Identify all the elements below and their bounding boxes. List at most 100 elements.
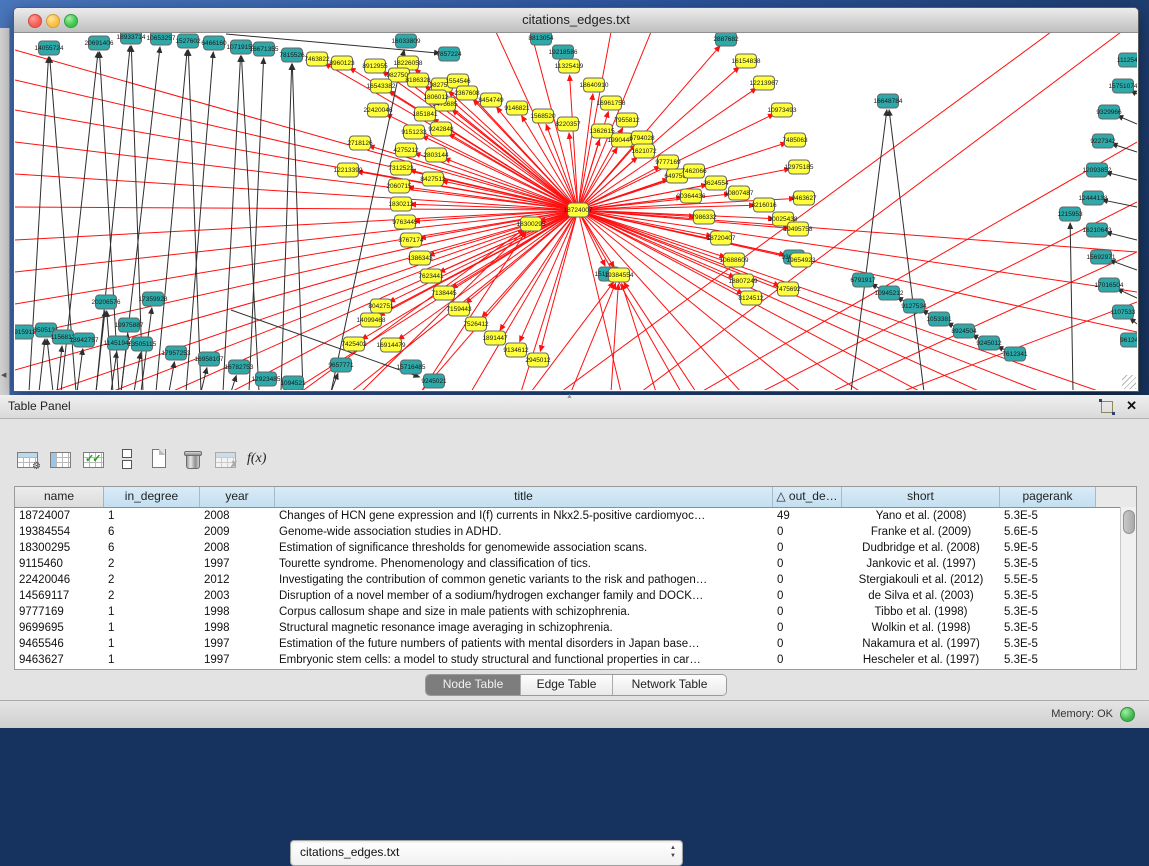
graph-node[interactable]: 2060715 [386, 179, 412, 193]
network-view-window[interactable]: citations_edges.txt 14055724206914061893… [13, 7, 1139, 392]
function-builder-icon[interactable]: f(x) [245, 446, 271, 472]
table-row[interactable]: 911546021997Tourette syndrome. Phenomeno… [15, 556, 1136, 572]
table-row[interactable]: 969969511998Structural magnetic resonanc… [15, 620, 1136, 636]
table-cell[interactable]: 0 [773, 652, 842, 668]
table-row[interactable]: 946362711997Embryonic stem cells: a mode… [15, 652, 1136, 668]
graph-edge[interactable] [531, 282, 614, 390]
table-cell[interactable]: Dudbridge et al. (2008) [842, 540, 1000, 556]
graph-node[interactable]: 12213399 [334, 163, 363, 177]
tab-network-table[interactable]: Network Table [613, 675, 726, 695]
graph-node[interactable]: 10807487 [725, 186, 754, 200]
graph-edge[interactable] [223, 56, 241, 390]
graph-node[interactable]: 10688609 [720, 253, 749, 267]
graph-node[interactable]: 6791917 [850, 273, 876, 287]
graph-node[interactable]: 1568520 [530, 109, 556, 123]
graph-node[interactable]: 1107533 [1111, 305, 1136, 319]
table-cell[interactable]: Jankovic et al. (1997) [842, 556, 1000, 572]
column-header-title[interactable]: title [275, 487, 773, 507]
table-cell[interactable]: Nakamura et al. (1997) [842, 636, 1000, 652]
delete-table-icon[interactable] [179, 446, 205, 472]
table-cell[interactable]: 9699695 [15, 620, 104, 636]
graph-node[interactable]: 16648784 [874, 94, 903, 108]
graph-node[interactable]: 15751074 [1109, 79, 1137, 93]
table-cell[interactable]: 49 [773, 508, 842, 524]
table-row[interactable]: 977716911998Corpus callosum shape and si… [15, 604, 1136, 620]
graph-node[interactable]: 4275212 [393, 143, 419, 157]
table-cell[interactable]: Disruption of a novel member of a sodium… [275, 588, 773, 604]
graph-node[interactable]: 12213967 [750, 76, 779, 90]
table-cell[interactable]: 2 [104, 556, 200, 572]
graph-node[interactable]: 10945212 [875, 286, 904, 300]
graph-node[interactable]: 1094521 [280, 376, 306, 390]
column-header-short[interactable]: short [842, 487, 1000, 507]
table-cell[interactable]: 5.3E-5 [1000, 620, 1096, 636]
graph-node[interactable]: 7425402 [341, 337, 367, 351]
table-cell[interactable]: 9463627 [15, 652, 104, 668]
graph-node[interactable]: 16154838 [732, 54, 761, 68]
network-graph[interactable]: 1405572420691406189337141065325715276026… [15, 33, 1137, 390]
graph-node[interactable]: 7462066 [681, 164, 707, 178]
graph-node[interactable]: 10653257 [147, 33, 176, 45]
column-manager-icon[interactable] [47, 446, 73, 472]
graph-node[interactable]: 13942757 [70, 333, 99, 347]
graph-node[interactable]: 2887682 [713, 33, 739, 46]
scrollbar-thumb[interactable] [1123, 510, 1135, 534]
graph-node[interactable]: 12923485 [252, 372, 281, 386]
table-cell[interactable]: 1 [104, 636, 200, 652]
table-row[interactable]: 1830029562008Estimation of significance … [15, 540, 1136, 556]
table-cell[interactable]: 9777169 [15, 604, 104, 620]
graph-node[interactable]: 16210643 [1083, 223, 1112, 237]
graph-node[interactable]: 1386343 [407, 251, 433, 265]
graph-node[interactable]: 1851841 [412, 107, 438, 121]
column-header-year[interactable]: year [200, 487, 275, 507]
graph-edge[interactable] [15, 210, 578, 337]
table-cell[interactable]: 1 [104, 652, 200, 668]
graph-node[interactable]: 9134612 [503, 343, 529, 357]
graph-edge[interactable] [39, 339, 45, 390]
table-cell[interactable]: 1997 [200, 652, 275, 668]
table-settings-icon[interactable]: ⚙ [14, 446, 40, 472]
graph-edge[interactable] [1109, 260, 1137, 270]
graph-node[interactable]: 18300295 [517, 217, 546, 231]
graph-edge[interactable] [156, 50, 187, 390]
panel-collapse-arrow-icon[interactable]: ◀ [1, 371, 6, 379]
column-header-out_de[interactable]: △ out_de… [773, 487, 842, 507]
table-cell[interactable]: Hescheler et al. (1997) [842, 652, 1000, 668]
graph-node[interactable]: 3767174 [398, 233, 424, 247]
graph-node[interactable]: 7526412 [463, 317, 489, 331]
graph-edge[interactable] [561, 33, 1051, 390]
graph-edge[interactable] [292, 64, 303, 390]
table-cell[interactable]: 0 [773, 588, 842, 604]
graph-edge[interactable] [622, 284, 656, 390]
graph-node[interactable]: 9227342 [1090, 134, 1116, 148]
graph-node[interactable]: 2367608 [454, 86, 480, 100]
table-cell[interactable]: 1998 [200, 604, 275, 620]
graph-node[interactable]: 7815526 [279, 48, 305, 62]
graph-node[interactable]: 1621072 [631, 144, 657, 158]
graph-node[interactable]: 8216016 [751, 198, 777, 212]
table-row[interactable]: 946554611997Estimation of the future num… [15, 636, 1136, 652]
graph-edge[interactable] [571, 283, 616, 390]
graph-node[interactable]: 15716485 [397, 360, 426, 374]
graph-node[interactable]: 13505115 [128, 337, 157, 351]
window-titlebar[interactable]: citations_edges.txt [14, 8, 1138, 33]
graph-edge[interactable] [578, 210, 801, 390]
graph-edge[interactable] [201, 368, 207, 390]
graph-node[interactable]: 9242848 [428, 122, 454, 136]
table-cell[interactable]: 9465546 [15, 636, 104, 652]
graph-node[interactable]: 19495758 [784, 222, 813, 236]
table-cell[interactable]: 14569117 [15, 588, 104, 604]
control-panel-edge[interactable]: ◀ [0, 28, 10, 395]
close-panel-icon[interactable]: ✕ [1126, 398, 1137, 414]
graph-node[interactable]: 8912955 [362, 59, 388, 73]
graph-node[interactable]: 16543382 [367, 79, 396, 93]
graph-edge[interactable] [439, 210, 578, 272]
table-cell[interactable]: 1 [104, 620, 200, 636]
window-resize-grip[interactable] [1122, 375, 1136, 389]
network-canvas[interactable]: 1405572420691406189337141065325715276026… [15, 33, 1137, 390]
splitter-arrow-icon[interactable]: ▲ [566, 393, 573, 400]
graph-node[interactable]: 19975887 [115, 318, 144, 332]
graph-node[interactable]: 1053381 [926, 312, 952, 326]
table-cell[interactable]: 0 [773, 540, 842, 556]
graph-node[interactable]: 19384554 [605, 268, 634, 282]
